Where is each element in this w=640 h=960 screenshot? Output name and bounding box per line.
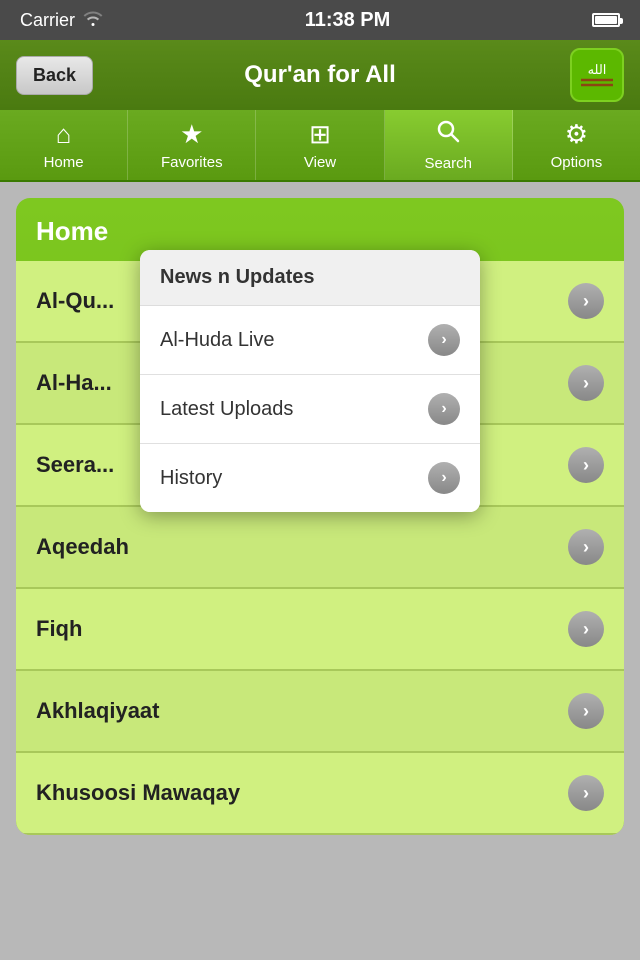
wifi-icon (83, 10, 103, 31)
list-item-akhlaqiyaat[interactable]: Akhlaqiyaat › (16, 671, 624, 753)
chevron-right-icon: › (568, 775, 604, 811)
status-bar: Carrier 11:38 PM (0, 0, 640, 40)
tab-view-label: View (304, 154, 336, 171)
chevron-right-icon: › (568, 283, 604, 319)
dropdown-item-latest-uploads[interactable]: Latest Uploads › (140, 375, 480, 444)
tab-home[interactable]: ⌂ Home (0, 110, 128, 180)
chevron-right-icon: › (568, 693, 604, 729)
list-item-label: Fiqh (36, 616, 82, 642)
list-item-label: Al-Qu... (36, 288, 114, 314)
dropdown-item-history[interactable]: History › (140, 444, 480, 512)
chevron-right-icon: › (428, 393, 460, 425)
dropdown-item-label: Al-Huda Live (160, 329, 275, 352)
tab-favorites[interactable]: ★ Favorites (128, 110, 256, 180)
list-item-label: Seera... (36, 452, 114, 478)
app-logo: الله (570, 48, 624, 102)
list-item-label: Aqeedah (36, 534, 129, 560)
chevron-right-icon: › (568, 365, 604, 401)
dropdown-item-al-huda-live[interactable]: Al-Huda Live › (140, 306, 480, 375)
battery-icon (592, 13, 620, 27)
list-item-label: Khusoosi Mawaqay (36, 780, 240, 806)
options-icon: ⚙ (565, 119, 588, 150)
dropdown-menu: News n Updates Al-Huda Live › Latest Upl… (140, 250, 480, 512)
list-item-khusoosi[interactable]: Khusoosi Mawaqay › (16, 753, 624, 835)
view-icon: ⊞ (309, 119, 331, 150)
home-icon: ⌂ (56, 119, 72, 150)
tab-options[interactable]: ⚙ Options (513, 110, 640, 180)
content-area: Home Al-Qu... › Al-Ha... › Seera... › Aq… (0, 182, 640, 960)
tab-favorites-label: Favorites (161, 154, 223, 171)
tab-options-label: Options (551, 154, 603, 171)
chevron-right-icon: › (568, 611, 604, 647)
dropdown-header: News n Updates (140, 250, 480, 306)
list-item-label: Al-Ha... (36, 370, 112, 396)
tab-search[interactable]: Search (385, 110, 513, 180)
dropdown-item-label: History (160, 467, 222, 490)
tab-home-label: Home (44, 154, 84, 171)
list-item-label: Akhlaqiyaat (36, 698, 160, 724)
tab-bar: ⌂ Home ★ Favorites ⊞ View Search ⚙ Optio… (0, 110, 640, 182)
svg-text:الله: الله (588, 62, 607, 77)
search-icon (435, 118, 461, 151)
nav-title: Qur'an for All (244, 61, 396, 89)
tab-search-label: Search (424, 155, 472, 172)
status-right (592, 13, 620, 27)
nav-bar: Back Qur'an for All الله (0, 40, 640, 110)
list-item-aqeedah[interactable]: Aqeedah › (16, 507, 624, 589)
status-left: Carrier (20, 10, 103, 31)
chevron-right-icon: › (568, 447, 604, 483)
list-item-fiqh[interactable]: Fiqh › (16, 589, 624, 671)
status-time: 11:38 PM (305, 9, 391, 32)
back-button[interactable]: Back (16, 56, 93, 95)
dropdown-item-label: Latest Uploads (160, 398, 293, 421)
chevron-right-icon: › (428, 324, 460, 356)
tab-view[interactable]: ⊞ View (256, 110, 384, 180)
chevron-right-icon: › (568, 529, 604, 565)
favorites-icon: ★ (180, 119, 203, 150)
carrier-label: Carrier (20, 10, 75, 31)
chevron-right-icon: › (428, 462, 460, 494)
